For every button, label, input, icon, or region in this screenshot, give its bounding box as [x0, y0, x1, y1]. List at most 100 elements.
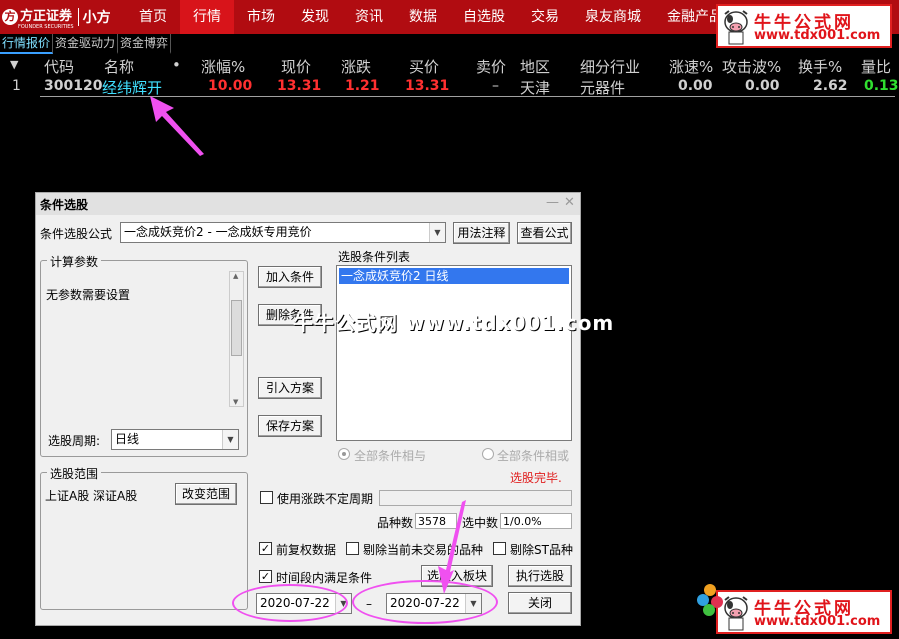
- dialog-titlebar[interactable]: 条件选股 — ✕: [36, 193, 580, 215]
- forward-adjust-checkbox[interactable]: ✓: [259, 542, 272, 555]
- status-text: 选股完毕.: [510, 471, 562, 485]
- brand-logo: 方 方正证券 FOUNDER SECURITIES 小方: [0, 0, 118, 34]
- nav-watchlist[interactable]: 自选股: [450, 0, 518, 34]
- brand-logo-wordmark: 方正证券 FOUNDER SECURITIES: [18, 5, 74, 30]
- scroll-down-icon[interactable]: ▼: [233, 398, 238, 406]
- annotation-ellipse-to: [352, 580, 498, 624]
- params-group: 计算参数 无参数需要设置 ▲ ▼ 选股周期: 日线 ▼: [40, 253, 248, 457]
- exclude-st-label: 剔除ST品种: [510, 543, 573, 557]
- nav-trade[interactable]: 交易: [518, 0, 572, 34]
- row-turnover: 2.62: [813, 78, 848, 94]
- scroll-up-icon[interactable]: ▲: [233, 272, 238, 280]
- brand-name: 方正证券: [20, 8, 73, 24]
- all-and-radio[interactable]: [338, 448, 350, 460]
- period-select-value: 日线: [115, 432, 140, 446]
- brand-logo-icon: 方: [2, 9, 18, 25]
- formula-label: 条件选股公式: [40, 227, 113, 241]
- header-industry[interactable]: 细分行业: [580, 56, 640, 76]
- minimize-icon[interactable]: —: [546, 195, 559, 210]
- row-chg: 1.21: [345, 78, 380, 94]
- cow-mascot-icon: [724, 10, 748, 45]
- view-formula-button[interactable]: 查看公式: [517, 222, 572, 244]
- exclude-st-checkbox[interactable]: [493, 542, 506, 555]
- add-condition-button[interactable]: 加入条件: [258, 266, 322, 288]
- tab-capital-drive[interactable]: 资金驱动力: [53, 34, 119, 54]
- usage-notes-button[interactable]: 用法注释: [453, 222, 510, 244]
- column-menu-icon[interactable]: ▼: [10, 58, 18, 78]
- nav-home[interactable]: 首页: [126, 0, 180, 34]
- header-price[interactable]: 现价: [281, 56, 311, 76]
- ad-url: www.tdx001.com: [754, 28, 881, 43]
- selected-field: 1/0.0%: [500, 513, 572, 529]
- nav-discover[interactable]: 发现: [288, 0, 342, 34]
- header-attack[interactable]: 攻击波%: [722, 56, 781, 76]
- nav-quotes[interactable]: 行情: [180, 0, 234, 34]
- header-region[interactable]: 地区: [520, 56, 550, 76]
- all-and-label: 全部条件相与: [354, 449, 427, 463]
- list-item[interactable]: 一念成妖竞价2 日线: [339, 268, 569, 284]
- header-turnover[interactable]: 换手%: [798, 56, 842, 76]
- nav-news[interactable]: 资讯: [342, 0, 396, 34]
- header-speed[interactable]: 涨速%: [669, 56, 713, 76]
- row-code: 300120: [44, 78, 103, 94]
- row-index: 1: [12, 78, 21, 94]
- header-vol-ratio[interactable]: 量比: [861, 56, 891, 76]
- scope-text: 上证A股 深证A股: [45, 489, 138, 503]
- close-button[interactable]: 关闭: [508, 592, 572, 614]
- tab-quote-list[interactable]: 行情报价: [0, 34, 54, 54]
- scope-group-label: 选股范围: [47, 465, 102, 482]
- header-name[interactable]: 名称: [104, 56, 134, 76]
- count-label: 品种数: [377, 516, 414, 530]
- ad-url: www.tdx001.com: [754, 614, 881, 629]
- progress-bar: [379, 490, 572, 506]
- import-plan-button[interactable]: 引入方案: [258, 377, 322, 399]
- row-chg-pct: 10.00: [208, 78, 253, 94]
- row-vol-ratio: 0.13: [864, 78, 899, 94]
- all-or-radio[interactable]: [482, 448, 494, 460]
- within-period-checkbox[interactable]: ✓: [259, 570, 272, 583]
- uncertain-period-checkbox[interactable]: [260, 491, 273, 504]
- nav-mall[interactable]: 泉友商城: [572, 0, 654, 34]
- formula-select-value: 一念成妖竞价2 - 一念成妖专用竞价: [124, 225, 312, 239]
- chevron-down-icon[interactable]: ▼: [429, 223, 445, 242]
- conditions-list-label: 选股条件列表: [338, 250, 411, 264]
- header-bid[interactable]: 买价: [409, 56, 439, 76]
- row-industry: 元器件: [580, 79, 626, 97]
- close-icon[interactable]: ✕: [564, 195, 575, 210]
- exclude-untraded-checkbox[interactable]: [346, 542, 359, 555]
- tab-capital-game[interactable]: 资金博弈: [118, 34, 172, 54]
- annotation-arrow-icon: [150, 96, 204, 156]
- main-nav: 首页 行情 市场 发现 资讯 数据 自选股 交易 泉友商城 金融产品: [126, 0, 736, 34]
- all-or-label: 全部条件相或: [497, 449, 570, 463]
- condition-select-dialog: 条件选股 — ✕ 条件选股公式 一念成妖竞价2 - 一念成妖专用竞价 ▼ 用法注…: [35, 192, 581, 626]
- annotation-ellipse-from: [232, 584, 348, 622]
- header-ask[interactable]: 卖价: [476, 56, 506, 76]
- row-price: 13.31: [277, 78, 322, 94]
- save-plan-button[interactable]: 保存方案: [258, 415, 322, 437]
- params-scrollbar[interactable]: ▲ ▼: [229, 271, 244, 407]
- scroll-thumb[interactable]: [231, 300, 242, 356]
- row-bid: 13.31: [405, 78, 450, 94]
- header-code[interactable]: 代码: [44, 56, 74, 76]
- conditions-list[interactable]: 一念成妖竞价2 日线: [336, 265, 572, 441]
- chevron-down-icon[interactable]: ▼: [222, 430, 238, 449]
- sub-tabs: 行情报价 资金驱动力 资金博弈: [0, 34, 172, 54]
- change-scope-button[interactable]: 改变范围: [175, 483, 237, 505]
- brand-sub: FOUNDER SECURITIES: [18, 23, 74, 30]
- cow-mascot-icon: [724, 596, 748, 631]
- nav-data[interactable]: 数据: [396, 0, 450, 34]
- ad-banner-top: 牛牛公式网 www.tdx001.com: [716, 4, 892, 48]
- header-chg-pct[interactable]: 涨幅%: [201, 56, 245, 76]
- row-attack: 0.00: [745, 78, 780, 94]
- header-chg[interactable]: 涨跌: [341, 56, 371, 76]
- watermark-text: 牛牛公式网 www.tdx001.com: [293, 311, 615, 335]
- period-select[interactable]: 日线 ▼: [111, 429, 239, 450]
- row-speed: 0.00: [678, 78, 713, 94]
- execute-button[interactable]: 执行选股: [508, 565, 572, 587]
- nav-market[interactable]: 市场: [234, 0, 288, 34]
- annotation-arrow-icon: [438, 500, 466, 594]
- dialog-title: 条件选股: [40, 198, 89, 212]
- uncertain-period-label: 使用涨跌不定周期: [277, 492, 374, 506]
- header-dot: •: [172, 56, 181, 74]
- formula-select[interactable]: 一念成妖竞价2 - 一念成妖专用竞价 ▼: [120, 222, 446, 243]
